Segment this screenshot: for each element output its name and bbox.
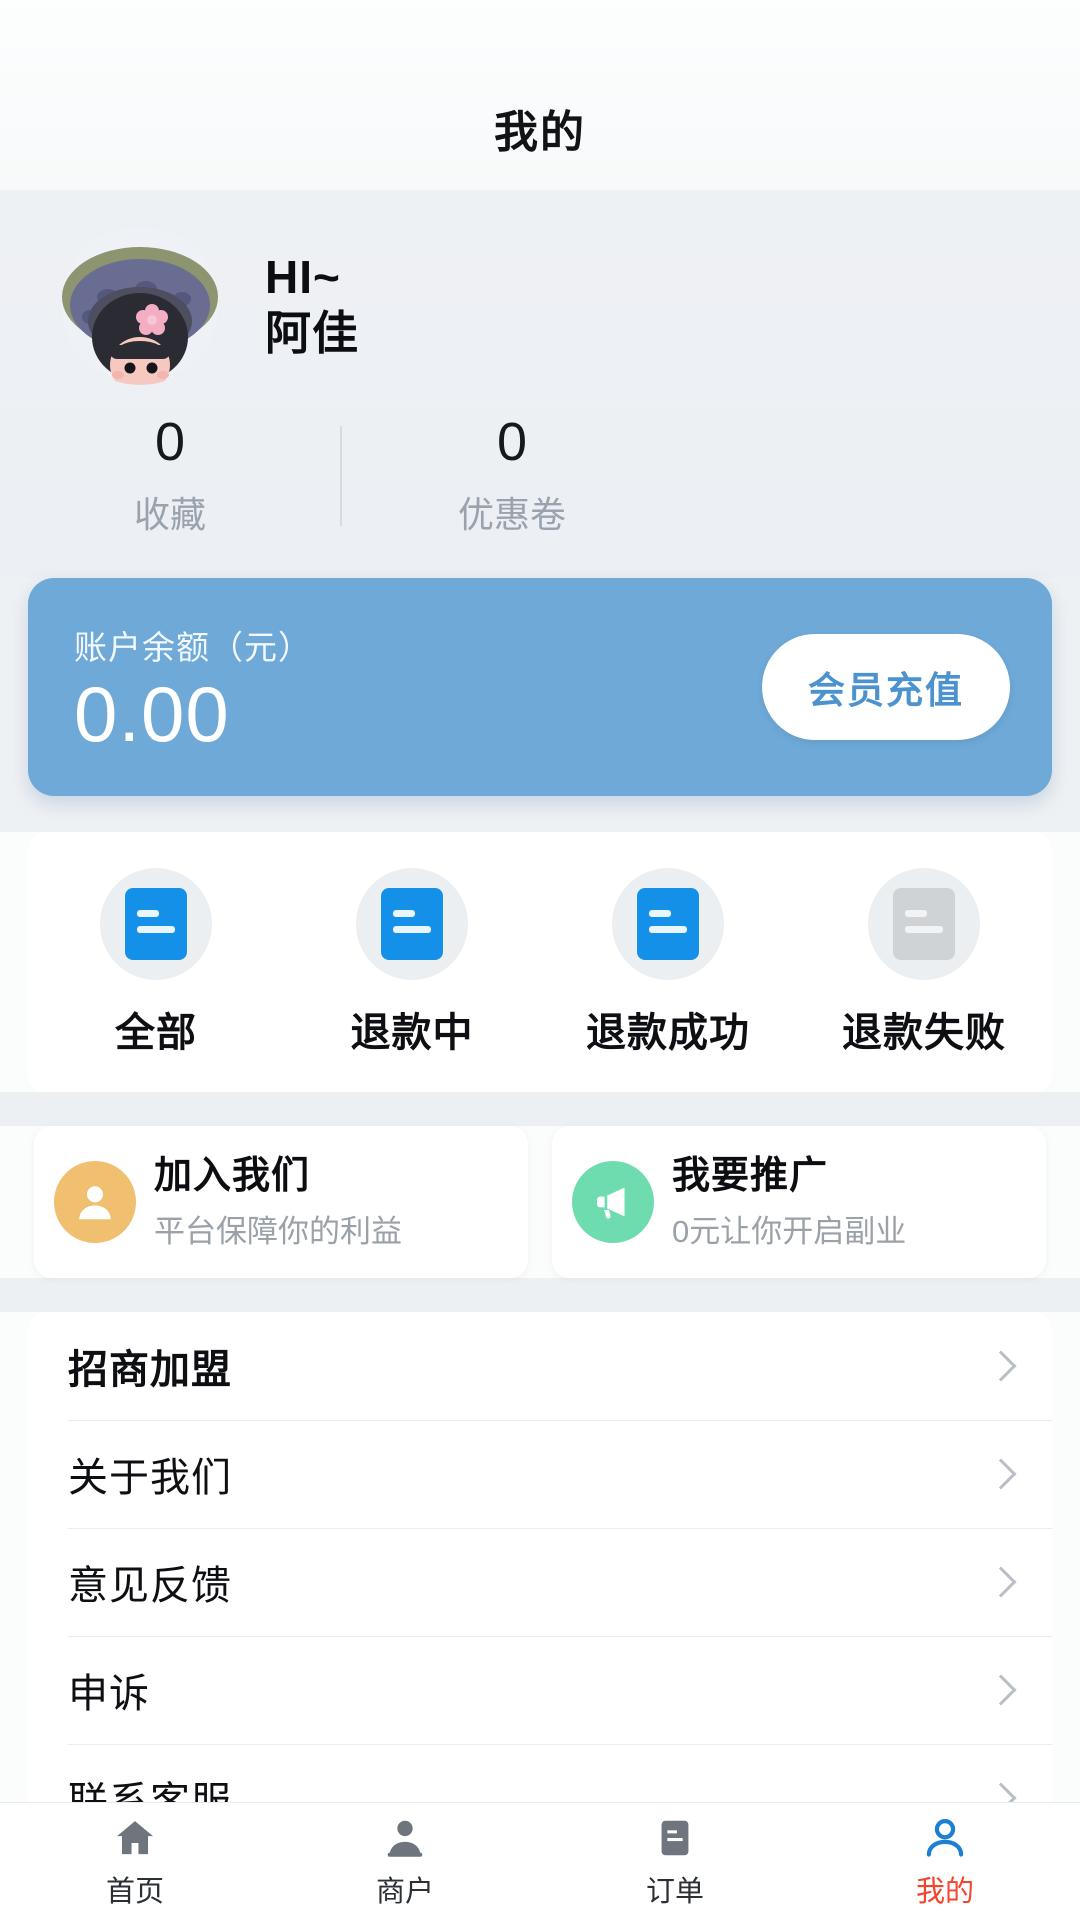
promo-card-join-us[interactable]: 加入我们 平台保障你的利益 xyxy=(34,1126,528,1279)
spacer xyxy=(0,1092,1080,1127)
girl-avatar-icon xyxy=(60,225,220,385)
home-icon xyxy=(112,1814,158,1862)
refund-status-refunding[interactable]: 退款中 xyxy=(284,868,540,1058)
stat-favorites[interactable]: 0 收藏 xyxy=(0,412,340,538)
menu-label: 意见反馈 xyxy=(68,1564,232,1609)
menu-item-feedback[interactable]: 意见反馈 xyxy=(28,1528,1052,1636)
icon-background xyxy=(612,868,724,981)
profile-row[interactable]: HI~ 阿佳 xyxy=(0,215,1080,395)
promo-card-promote[interactable]: 我要推广 0元让你开启副业 xyxy=(552,1126,1046,1279)
status-label: 退款中 xyxy=(350,1011,474,1056)
menu-item-investment[interactable]: 招商加盟 xyxy=(28,1312,1052,1420)
stat-label: 收藏 xyxy=(133,494,206,536)
document-icon xyxy=(381,888,443,961)
menu-item-appeal[interactable]: 申诉 xyxy=(28,1636,1052,1744)
status-label: 退款失败 xyxy=(842,1011,1006,1056)
stat-value: 0 xyxy=(154,412,186,472)
refund-status-row: 全部 退款中 退款成功 退款失败 xyxy=(28,832,1052,1093)
balance-section: 账户余额（元） 0.00 会员充值 xyxy=(0,578,1080,797)
menu-item-about-us[interactable]: 关于我们 xyxy=(28,1420,1052,1528)
document-icon xyxy=(637,888,699,961)
tab-mine[interactable]: 我的 xyxy=(810,1803,1080,1920)
avatar[interactable] xyxy=(60,225,220,385)
document-icon xyxy=(893,888,955,961)
balance-card[interactable]: 账户余额（元） 0.00 会员充值 xyxy=(28,578,1052,797)
member-recharge-button[interactable]: 会员充值 xyxy=(762,634,1010,741)
greeting-block: HI~ 阿佳 xyxy=(265,249,359,361)
promo-text: 加入我们 平台保障你的利益 xyxy=(154,1154,402,1251)
spacer xyxy=(0,1278,1080,1313)
refund-status-success[interactable]: 退款成功 xyxy=(540,868,796,1058)
promo-text: 我要推广 0元让你开启副业 xyxy=(672,1154,906,1251)
chevron-right-icon xyxy=(985,1458,1017,1490)
tab-label: 首页 xyxy=(105,1875,164,1908)
menu-list: 招商加盟 关于我们 意见反馈 申诉 联系客服 xyxy=(28,1312,1052,1853)
stat-value: 0 xyxy=(496,412,528,472)
icon-background xyxy=(868,868,980,981)
balance-info: 账户余额（元） 0.00 xyxy=(74,621,312,753)
promo-subtitle: 平台保障你的利益 xyxy=(154,1213,402,1249)
person-icon xyxy=(922,1814,968,1862)
spacer xyxy=(0,796,1080,833)
page-header: 我的 xyxy=(0,0,1080,190)
chevron-right-icon xyxy=(985,1566,1017,1598)
person-icon xyxy=(54,1161,136,1244)
bottom-navigation: 首页 商户 订单 我的 xyxy=(0,1802,1080,1920)
promo-subtitle: 0元让你开启副业 xyxy=(672,1213,907,1249)
tab-label: 我的 xyxy=(915,1875,974,1908)
document-icon xyxy=(125,888,187,961)
tab-label: 订单 xyxy=(645,1875,704,1908)
status-label: 全部 xyxy=(115,1011,197,1056)
chevron-right-icon xyxy=(985,1350,1017,1382)
menu-label: 关于我们 xyxy=(68,1456,232,1501)
balance-label: 账户余额（元） xyxy=(74,629,312,667)
stat-coupons[interactable]: 0 优惠卷 xyxy=(342,412,682,538)
refund-status-failed[interactable]: 退款失败 xyxy=(796,868,1052,1058)
nickname-text: 阿佳 xyxy=(265,307,359,359)
status-label: 退款成功 xyxy=(586,1011,750,1056)
merchant-icon xyxy=(382,1814,428,1862)
balance-amount: 0.00 xyxy=(74,670,230,759)
tab-merchant[interactable]: 商户 xyxy=(270,1803,540,1920)
tab-label: 商户 xyxy=(375,1875,434,1908)
greeting-text: HI~ xyxy=(265,250,341,303)
promo-title: 加入我们 xyxy=(154,1155,311,1198)
menu-label: 招商加盟 xyxy=(68,1348,232,1393)
stat-label: 优惠卷 xyxy=(457,494,566,536)
menu-label: 申诉 xyxy=(68,1672,150,1717)
order-icon xyxy=(652,1814,698,1862)
icon-background xyxy=(100,868,212,981)
profile-section: HI~ 阿佳 0 收藏 0 优惠卷 账户余额（元） 0.00 会员充值 xyxy=(0,190,1080,833)
stats-row: 0 收藏 0 优惠卷 xyxy=(0,395,1080,578)
tab-orders[interactable]: 订单 xyxy=(540,1803,810,1920)
megaphone-icon xyxy=(572,1161,654,1244)
icon-background xyxy=(356,868,468,981)
app-screen: 我的 HI~ 阿佳 0 收藏 0 优惠卷 账户余额（元） 0.00 会员充值 全… xyxy=(0,0,1080,1920)
chevron-right-icon xyxy=(985,1674,1017,1706)
tab-home[interactable]: 首页 xyxy=(0,1803,270,1920)
refund-status-all[interactable]: 全部 xyxy=(28,868,284,1058)
promo-row: 加入我们 平台保障你的利益 我要推广 0元让你开启副业 xyxy=(0,1126,1080,1279)
page-title: 我的 xyxy=(494,108,586,157)
promo-title: 我要推广 xyxy=(672,1155,829,1198)
